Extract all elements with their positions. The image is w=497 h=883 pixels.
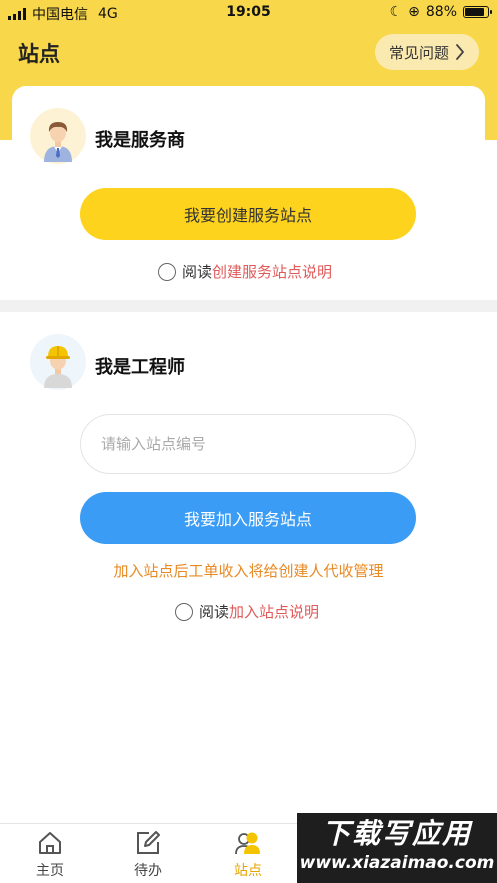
engineer-agree-radio[interactable] [175, 602, 193, 621]
tab-todo[interactable]: 待办 [118, 830, 178, 880]
create-site-button[interactable]: 我要创建服务站点 [80, 188, 416, 240]
provider-role-title: 我是服务商 [95, 130, 185, 151]
moon-icon: ☾ [389, 4, 403, 20]
battery-percent: 88% [425, 4, 457, 20]
battery-icon [463, 6, 492, 18]
section-divider [0, 300, 497, 312]
chevron-right-icon [456, 44, 464, 60]
tab-home-label: 主页 [36, 863, 64, 879]
provider-agree-prefix: 阅读 [182, 263, 213, 281]
watermark-url: www.xiazaimao.com [299, 853, 495, 873]
tab-site[interactable]: 站点 [218, 830, 278, 880]
tab-site-label: 站点 [234, 863, 262, 879]
join-notice: 加入站点后工单收入将给创建人代收管理 [113, 562, 384, 580]
status-bar: 中国电信 4G 19:05 ☾ ⊕ 88% [0, 0, 497, 26]
create-site-explanation-link[interactable]: 创建服务站点说明 [212, 261, 332, 282]
engineer-icon [44, 346, 72, 388]
watermark-logo: 下载写应用 www.xiazaimao.com [297, 813, 497, 883]
engineer-avatar [30, 334, 86, 390]
faq-button[interactable]: 常见问题 [374, 34, 479, 70]
join-site-button[interactable]: 我要加入服务站点 [80, 492, 416, 544]
home-icon [39, 832, 61, 854]
watermark-title: 下载写应用 [321, 817, 472, 850]
status-right: ☾ ⊕ 88% [389, 4, 492, 20]
provider-agree-row: 阅读 创建服务站点说明 [158, 261, 332, 282]
site-number-input[interactable] [80, 414, 416, 474]
provider-avatar [30, 108, 86, 164]
engineer-agree-row: 阅读 加入站点说明 [175, 601, 319, 622]
faq-label: 常见问题 [388, 43, 449, 62]
tab-home[interactable]: 主页 [20, 830, 80, 880]
tab-todo-label: 待办 [134, 863, 162, 879]
battery-fill [465, 8, 485, 16]
engineer-agree-prefix: 阅读 [199, 603, 230, 621]
people-icon [235, 832, 260, 855]
engineer-role-title: 我是工程师 [95, 357, 185, 378]
businessman-icon [44, 122, 72, 162]
edit-icon [137, 831, 160, 854]
orientation-lock-icon: ⊕ [408, 4, 420, 20]
page-title: 站点 [18, 42, 60, 66]
provider-agree-radio[interactable] [158, 262, 176, 281]
join-site-explanation-link[interactable]: 加入站点说明 [229, 601, 319, 622]
